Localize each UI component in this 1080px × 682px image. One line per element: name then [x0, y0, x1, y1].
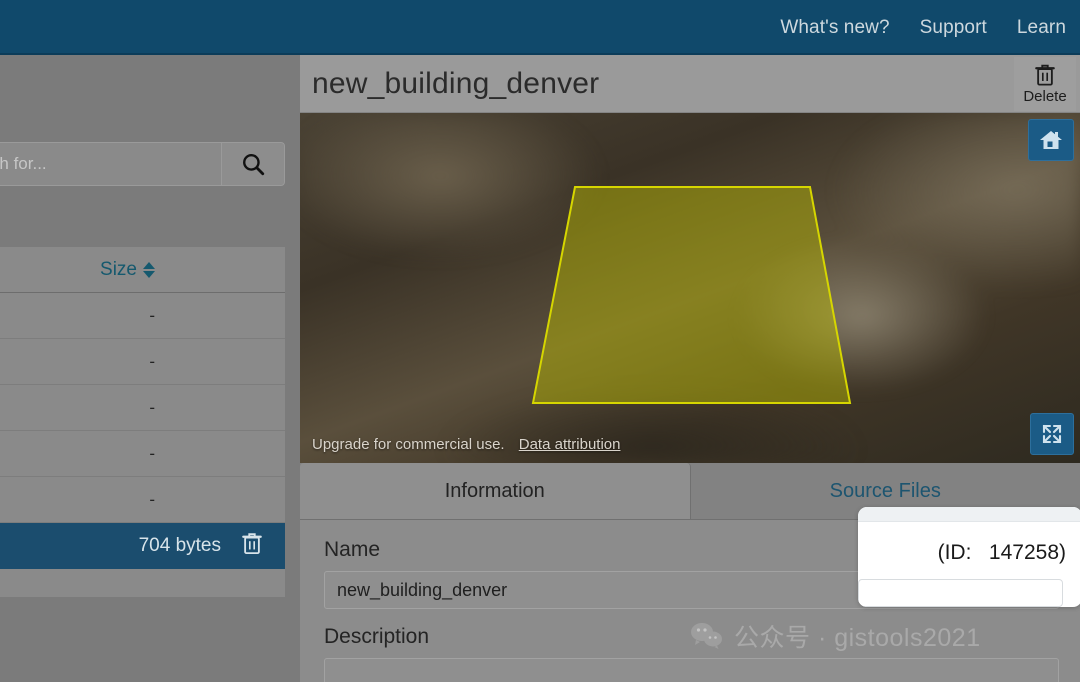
table-row[interactable]: -	[0, 477, 285, 523]
row-size-value: 704 bytes	[138, 535, 221, 556]
search-icon	[243, 154, 265, 176]
expand-icon	[1042, 424, 1062, 444]
app-root: What's new? Support Learn Size	[0, 0, 1080, 682]
search-bar	[0, 142, 285, 186]
data-attribution-link[interactable]: Data attribution	[519, 436, 621, 453]
object-id-text: (ID: 147258)	[937, 541, 1066, 564]
column-header-size[interactable]: Size	[100, 259, 155, 281]
building-footprint-polygon	[531, 186, 852, 404]
table-row-selected[interactable]: 704 bytes	[0, 523, 285, 569]
table-row[interactable]: -	[0, 385, 285, 431]
tab-information[interactable]: Information	[300, 463, 691, 519]
nav-link-whats-new[interactable]: What's new?	[780, 17, 889, 39]
nav-link-learn[interactable]: Learn	[1017, 17, 1066, 39]
home-icon	[1040, 131, 1062, 149]
sort-toggle-icon	[143, 261, 155, 278]
trash-icon	[242, 533, 262, 555]
viewer-credit: Upgrade for commercial use. Data attribu…	[312, 436, 620, 453]
row-size-value: -	[149, 305, 155, 325]
column-header-size-label: Size	[100, 258, 137, 280]
table-header-row: Size	[0, 247, 285, 293]
delete-button[interactable]: Delete	[1014, 57, 1076, 111]
id-popup-input[interactable]	[858, 579, 1063, 607]
trash-icon	[1035, 64, 1055, 86]
delete-button-label: Delete	[1023, 88, 1067, 105]
row-delete-button[interactable]	[241, 532, 263, 561]
viewer-home-button[interactable]	[1028, 119, 1074, 161]
content-header: new_building_denver Delete	[300, 55, 1080, 113]
sidebar-panel: Size - - - - - 704 byte	[0, 55, 300, 682]
table-row[interactable]: -	[0, 293, 285, 339]
page-title: new_building_denver	[312, 67, 600, 100]
tab-source-files-label: Source Files	[829, 479, 941, 502]
row-size-value: -	[149, 397, 155, 417]
id-popup-header	[858, 507, 1080, 522]
nav-link-support[interactable]: Support	[920, 17, 987, 39]
search-button[interactable]	[221, 143, 284, 185]
top-navigation-bar: What's new? Support Learn	[0, 0, 1080, 55]
table-footer	[0, 569, 285, 597]
description-input[interactable]	[324, 658, 1059, 682]
viewer-credit-text: Upgrade for commercial use.	[312, 436, 505, 453]
top-nav-links: What's new? Support Learn	[780, 0, 1066, 55]
table-row[interactable]: -	[0, 431, 285, 477]
row-size-value: -	[149, 489, 155, 509]
row-size-value: -	[149, 351, 155, 371]
table-row[interactable]: -	[0, 339, 285, 385]
description-field-label: Description	[324, 625, 430, 648]
viewer-fullscreen-button[interactable]	[1030, 413, 1074, 455]
files-table: Size - - - - - 704 bytes	[0, 247, 285, 597]
search-input[interactable]	[0, 143, 221, 185]
row-size-value: -	[149, 443, 155, 463]
tab-information-label: Information	[444, 479, 545, 502]
id-popup: (ID: 147258)	[858, 507, 1080, 607]
model-viewer[interactable]: Upgrade for commercial use. Data attribu…	[300, 113, 1080, 463]
